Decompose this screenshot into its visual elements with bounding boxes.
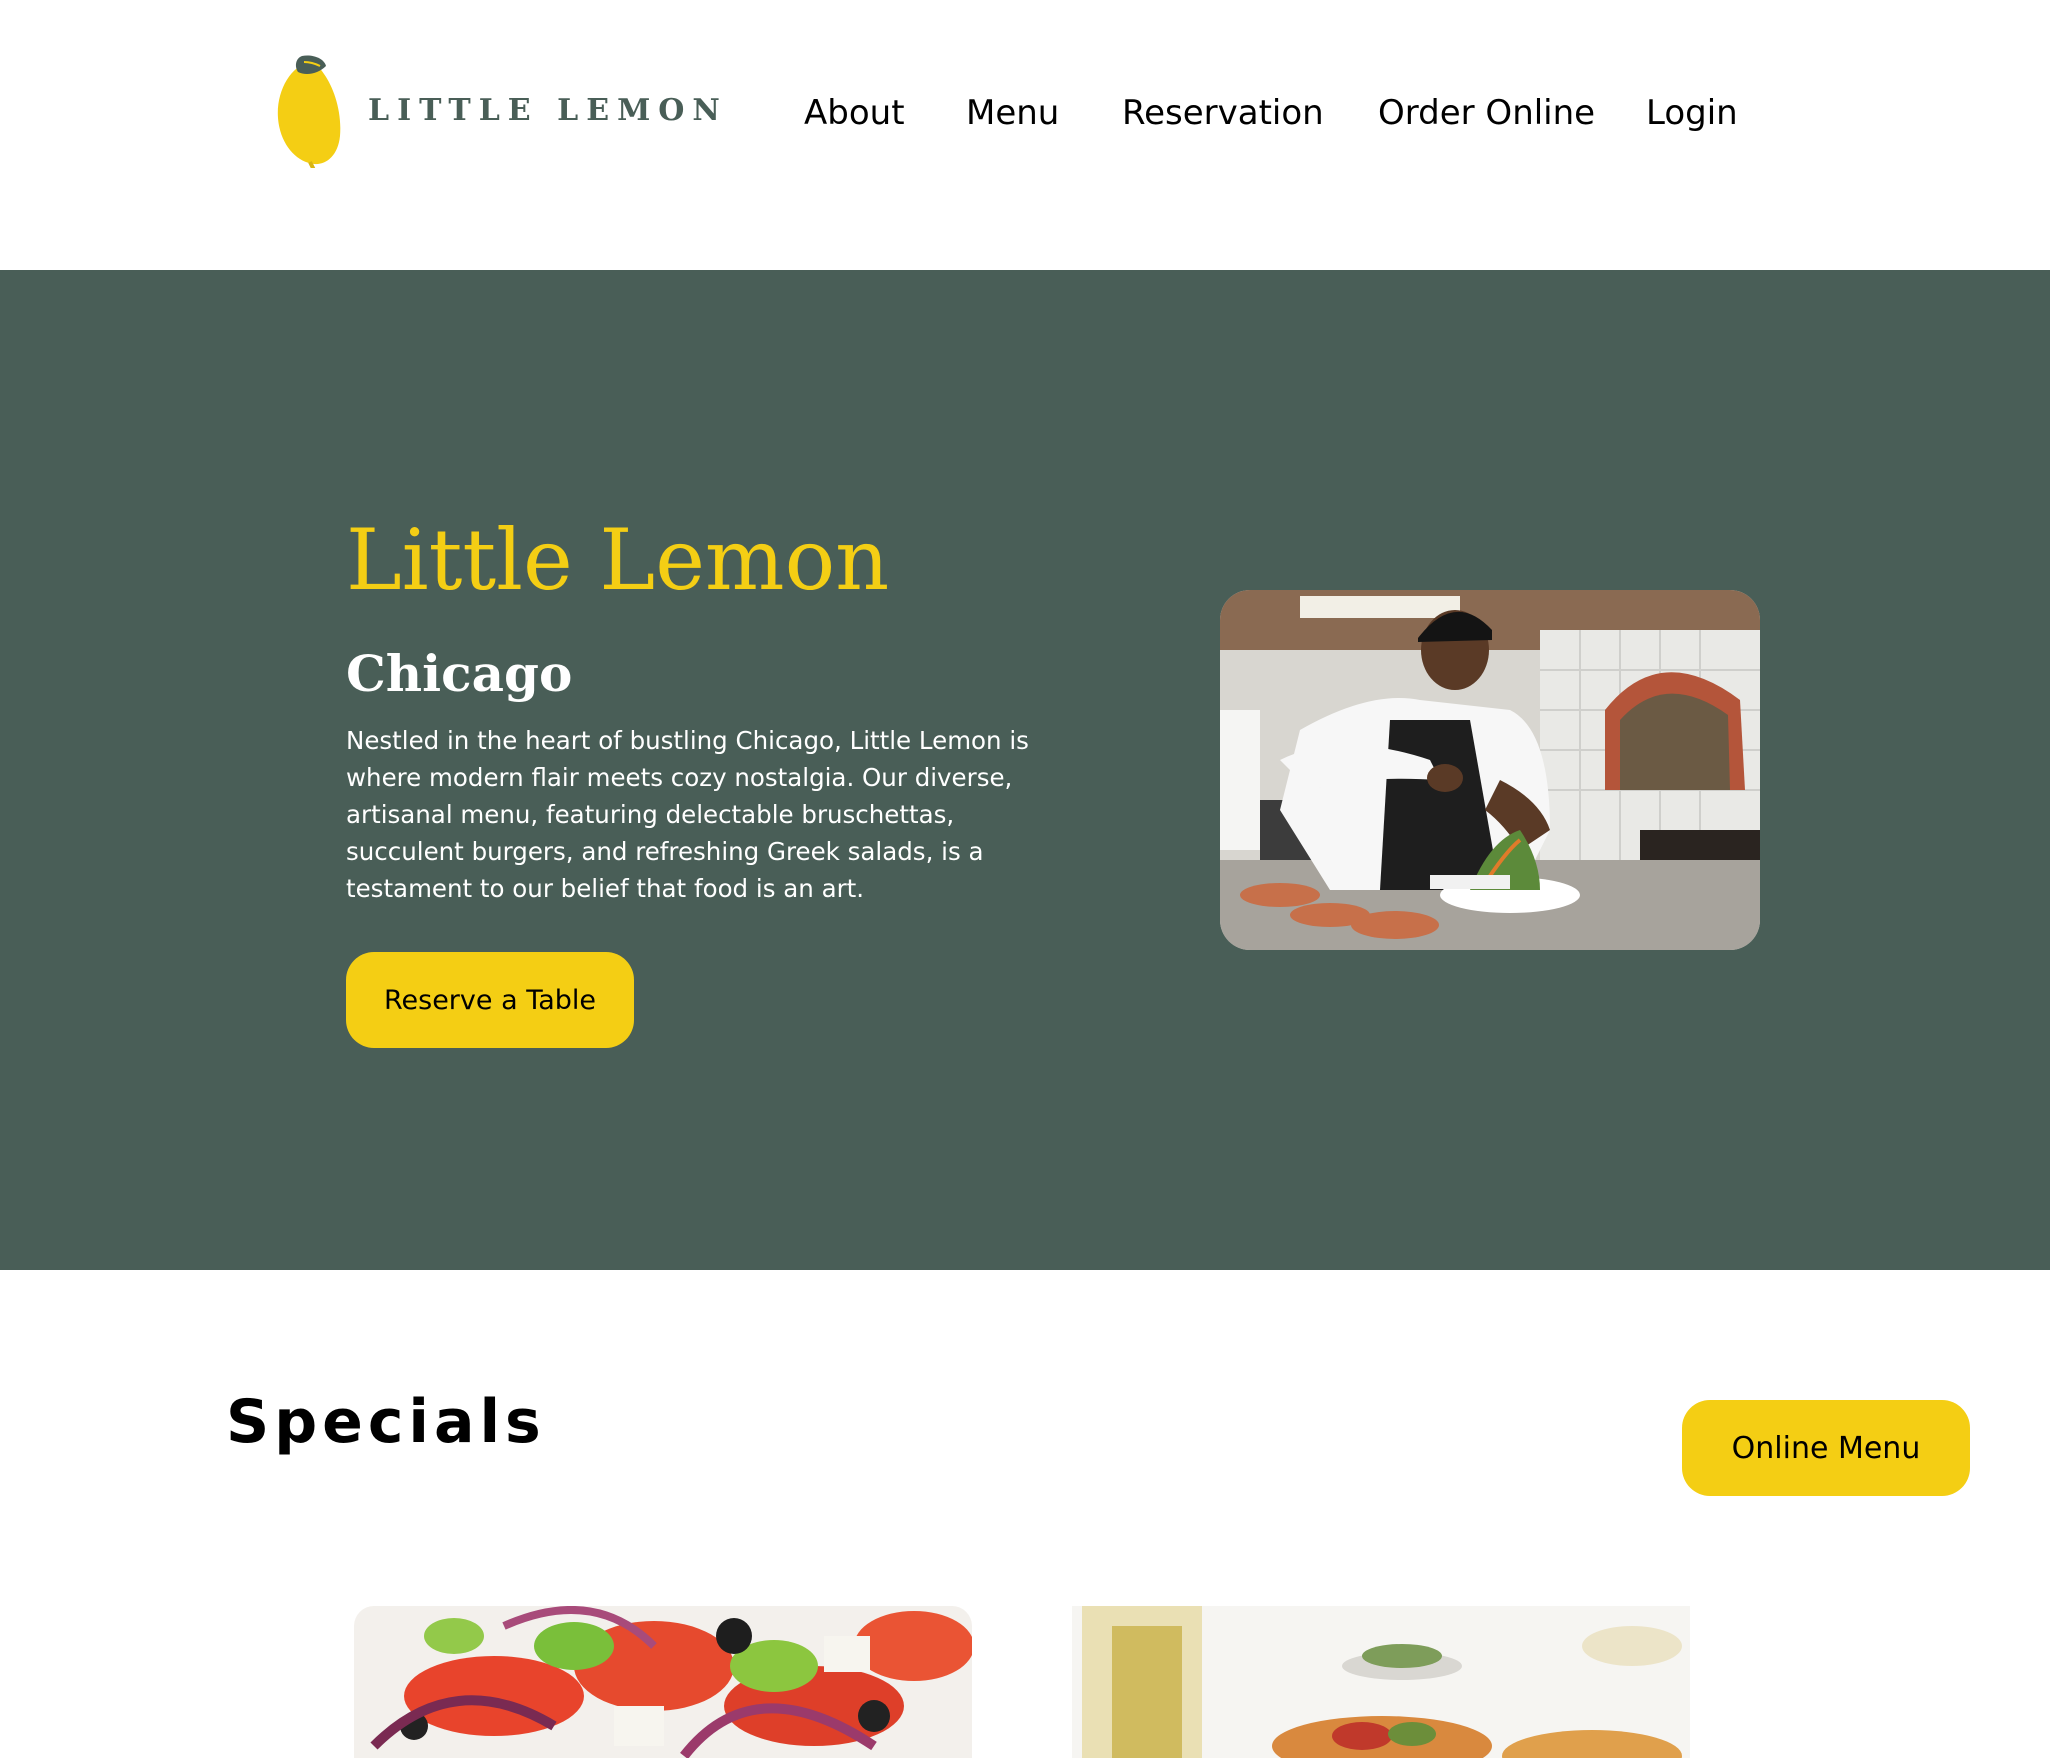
nav-about[interactable]: About [804, 88, 905, 138]
site-header: LITTLE LEMON About Menu Reservation Orde… [0, 0, 2050, 270]
bruschetta-photo[interactable] [1072, 1606, 1690, 1758]
nav-login[interactable]: Login [1646, 88, 1738, 138]
specials-title: Specials [226, 1387, 546, 1457]
greek-salad-photo[interactable] [354, 1606, 972, 1758]
hero-description: Nestled in the heart of bustling Chicago… [346, 726, 1029, 903]
online-menu-button[interactable]: Online Menu [1682, 1400, 1970, 1496]
nav-reservation[interactable]: Reservation [1122, 88, 1324, 138]
chef-plating-salad-photo [1220, 590, 1760, 950]
hero-title: Little Lemon [346, 511, 890, 609]
main-nav: About Menu Reservation Order Online Logi… [0, 88, 2050, 138]
hero-section: Little Lemon Chicago Nestled in the hear… [0, 270, 2050, 1270]
reserve-table-button[interactable]: Reserve a Table [346, 952, 634, 1048]
nav-menu[interactable]: Menu [966, 88, 1059, 138]
hero-subtitle: Chicago [346, 644, 573, 703]
nav-order-online[interactable]: Order Online [1378, 88, 1595, 138]
